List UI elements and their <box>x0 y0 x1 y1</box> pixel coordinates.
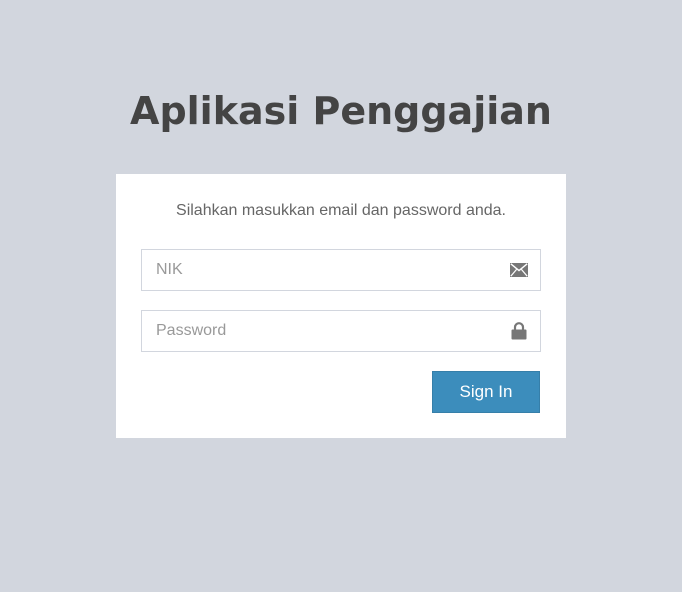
login-message: Silahkan masukkan email dan password and… <box>176 202 506 219</box>
password-input[interactable] <box>142 311 502 351</box>
app-title: Aplikasi Penggajian <box>130 89 552 133</box>
nik-field-group <box>141 249 541 291</box>
nik-input[interactable] <box>142 250 502 290</box>
envelope-icon <box>510 261 528 279</box>
lock-icon <box>510 322 528 340</box>
password-field-group <box>141 310 541 352</box>
login-box: Silahkan masukkan email dan password and… <box>116 174 566 438</box>
sign-in-button[interactable]: Sign In <box>432 371 540 413</box>
